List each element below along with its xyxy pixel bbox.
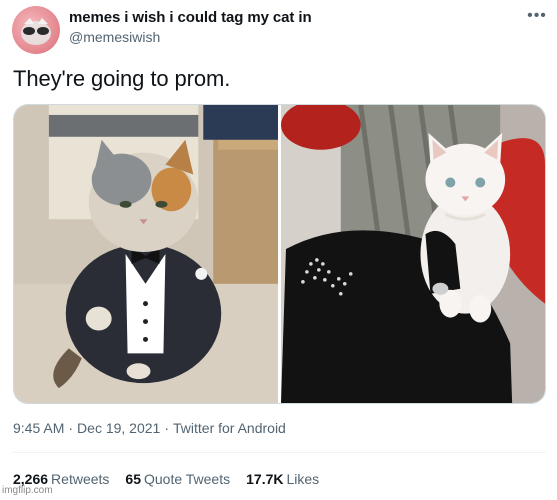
meta-separator: · <box>68 420 74 436</box>
author-handle[interactable]: @memesiwish <box>69 29 160 45</box>
tweet-source[interactable]: Twitter for Android <box>173 420 286 436</box>
tweet-meta: 9:45 AM · Dec 19, 2021 · Twitter for Android <box>13 420 286 436</box>
quote-tweets-count: 65 <box>125 471 141 487</box>
tweet-media[interactable] <box>13 104 546 404</box>
cat-tuxedo-image <box>14 105 278 403</box>
divider <box>13 452 546 453</box>
tweet-time[interactable]: 9:45 AM <box>13 420 64 436</box>
photo-cat-in-dress[interactable] <box>281 105 545 403</box>
photo-cat-in-tuxedo[interactable] <box>14 105 278 403</box>
tweet-date[interactable]: Dec 19, 2021 <box>77 420 160 436</box>
more-options-button[interactable]: ••• <box>523 6 551 26</box>
more-horizontal-icon: ••• <box>527 7 547 24</box>
tweet-stats: 2,266 Retweets 65 Quote Tweets 17.7K Likes <box>13 471 335 487</box>
likes-stat[interactable]: 17.7K Likes <box>246 471 319 487</box>
tweet-text: They're going to prom. <box>13 66 231 91</box>
quote-tweets-label: Quote Tweets <box>143 471 231 487</box>
avatar-mask-icon <box>21 18 51 45</box>
quote-tweets-stat[interactable]: 65 Quote Tweets <box>125 471 230 487</box>
watermark: imgflip.com <box>2 485 53 496</box>
likes-label: Likes <box>286 471 320 487</box>
author-display-name[interactable]: memes i wish i could tag my cat in <box>69 9 312 26</box>
meta-separator: · <box>164 420 170 436</box>
retweets-label: Retweets <box>51 471 110 487</box>
likes-count: 17.7K <box>246 471 284 487</box>
avatar[interactable] <box>12 6 60 54</box>
cat-dress-image <box>281 105 545 403</box>
